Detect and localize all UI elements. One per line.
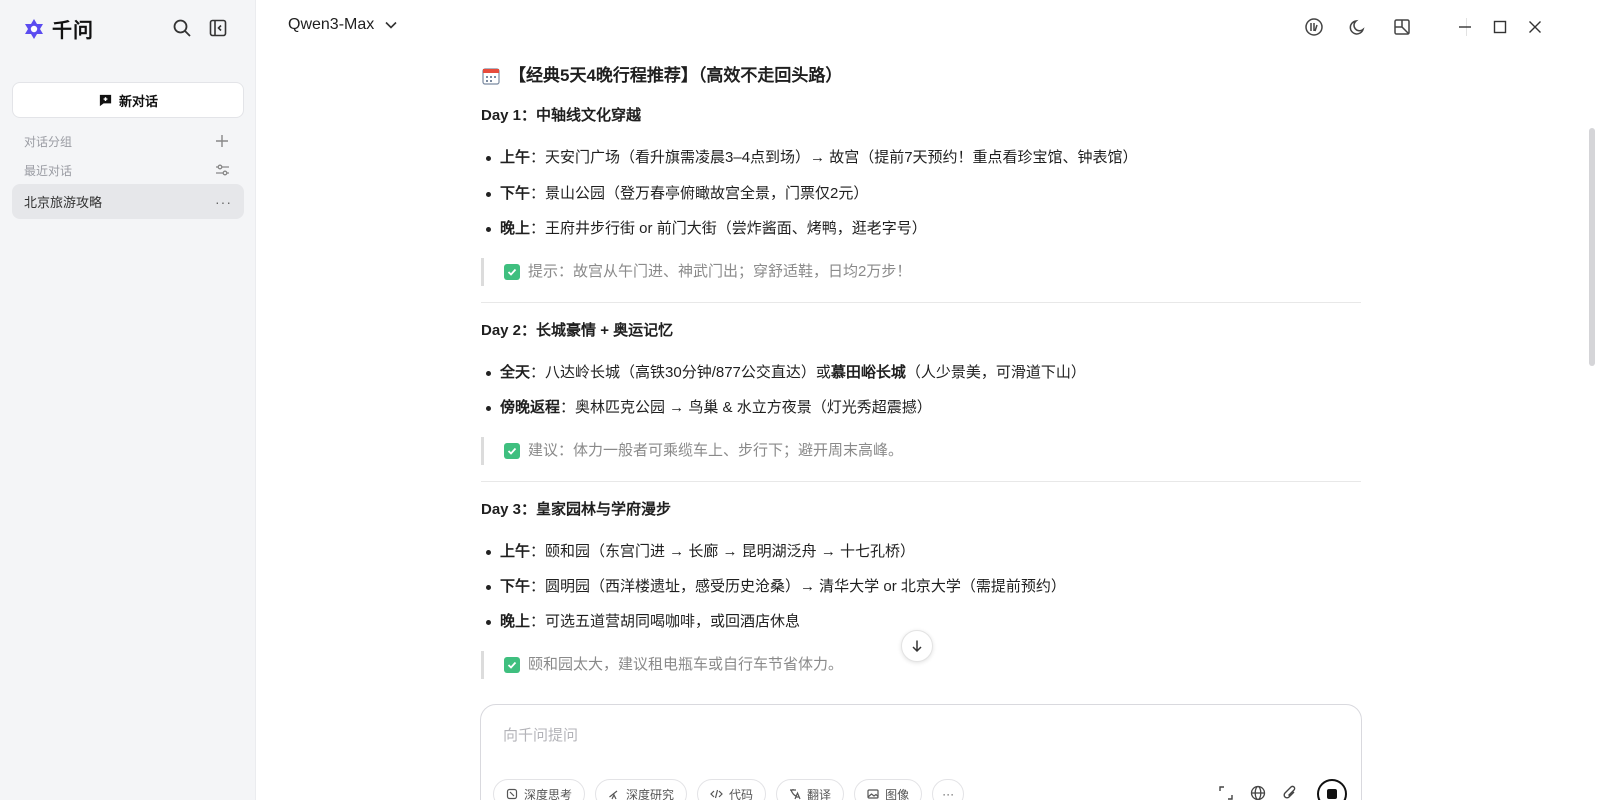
item-key: 上午 <box>500 543 531 560</box>
main-area: Qwen3-Max 【经典5天4晚行程推荐】（高效不走回头路） Day 1：中轴… <box>256 0 1599 800</box>
close-icon[interactable] <box>1524 16 1546 38</box>
item-key: 全天 <box>500 364 531 381</box>
day1-heading: Day 1：中轴线文化穿越 <box>481 107 642 124</box>
scroll-to-bottom-button[interactable] <box>901 630 933 662</box>
sidebar-collapse-icon[interactable] <box>207 17 229 39</box>
item-text: ：八达岭长城（高铁30分钟/877公交直达）或 <box>530 364 831 381</box>
image-button[interactable]: 图像 <box>854 779 923 800</box>
calendar-icon <box>482 68 500 85</box>
chat-groups-section: 对话分组 <box>24 131 232 151</box>
item-key: 晚上 <box>500 220 531 237</box>
tip-text: 颐和园太大，建议租电瓶车或自行车节省体力。 <box>528 656 844 673</box>
divider <box>481 302 1361 303</box>
day3-heading: Day 3：皇家园林与学府漫步 <box>481 501 672 518</box>
globe-icon[interactable] <box>1248 783 1268 800</box>
prompt-input[interactable] <box>503 723 1323 747</box>
stop-icon <box>1327 789 1337 799</box>
item-key: 晚上 <box>500 613 531 630</box>
new-chat-button[interactable]: 新对话 <box>12 82 244 118</box>
model-selector[interactable]: Qwen3-Max <box>288 16 398 34</box>
chip-label: 翻译 <box>807 787 832 800</box>
add-group-icon[interactable] <box>212 131 232 151</box>
composer-tools: 深度思考 深度研究 代码 翻译 图像 ··· <box>493 779 965 800</box>
tip-quote: 建议：体力一般者可乘缆车上、步行下；避开周末高峰。 <box>481 437 1361 465</box>
deep-think-button[interactable]: 深度思考 <box>493 779 586 800</box>
item-text: ：天安门广场（看升旗需凌晨3–4点到场）→ 故宫（提前7天预约！重点看珍宝馆、钟… <box>530 149 1138 166</box>
tip-quote: 提示：故宫从午门进、神武门出；穿舒适鞋，日均2万步！ <box>481 258 1361 286</box>
search-icon[interactable] <box>171 17 193 39</box>
check-box-icon <box>504 657 520 673</box>
list-item: 傍晚返程 ：奥林匹克公园 → 鸟巢 & 水立方夜景（灯光秀超震撼） <box>481 398 932 418</box>
brain-icon <box>506 788 518 800</box>
item-text: ：可选五道营胡同喝咖啡，或回酒店休息 <box>530 613 801 630</box>
arrow-down-icon <box>912 640 922 653</box>
telescope-icon <box>609 790 618 800</box>
code-button[interactable]: 代码 <box>697 779 767 800</box>
deep-research-button[interactable]: 深度研究 <box>595 779 688 800</box>
qwen-logo-icon <box>25 18 43 39</box>
item-key: 傍晚返程 <box>500 399 561 416</box>
filter-icon[interactable] <box>212 160 232 180</box>
recent-chats-label: 最近对话 <box>24 163 73 178</box>
code-icon <box>710 789 723 799</box>
title-text: 【经典5天4晚行程推荐】（高效不走回头路） <box>509 66 843 85</box>
model-name: Qwen3-Max <box>288 16 375 33</box>
chip-label: 图像 <box>885 787 910 800</box>
item-text: ：颐和园（东宫门进 → 长廊 → 昆明湖泛舟 → 十七孔桥） <box>530 543 916 560</box>
list-item: 晚上 ：可选五道营胡同喝咖啡，或回酒店休息 <box>481 612 800 632</box>
tip-text: 建议：体力一般者可乘缆车上、步行下；避开周末高峰。 <box>528 442 904 459</box>
day2-heading: Day 2：长城豪情 + 奥运记忆 <box>481 322 674 339</box>
chip-label: 代码 <box>729 787 754 800</box>
chip-label: 深度研究 <box>626 787 675 800</box>
list-item: 下午 ：景山公园（登万春亭俯瞰故宫全景，门票仅2元） <box>481 184 868 204</box>
translate-icon <box>790 789 801 800</box>
sidebar: 千问 新对话 对话分组 最近对话 北京旅游攻略 ··· <box>0 0 256 800</box>
maximize-icon[interactable] <box>1489 16 1511 38</box>
itinerary-title: 【经典5天4晚行程推荐】（高效不走回头路） <box>481 66 842 86</box>
item-text: ：景山公园（登万春亭俯瞰故宫全景，门票仅2元） <box>530 185 869 202</box>
sidebar-item-beijing-travel[interactable]: 北京旅游攻略 ··· <box>12 184 244 219</box>
screenshot-icon[interactable] <box>1391 16 1413 38</box>
more-tools-button[interactable]: ··· <box>932 779 965 800</box>
chevron-down-icon <box>385 21 397 29</box>
item-text: ：奥林匹克公园 → 鸟巢 & 水立方夜景（灯光秀超震撼） <box>560 399 932 416</box>
item-key: 下午 <box>500 578 531 595</box>
chat-groups-label: 对话分组 <box>24 134 73 149</box>
attachment-icon[interactable] <box>1280 783 1300 800</box>
list-item: 下午 ：圆明园（西洋楼遗址，感受历史沧桑）→ 清华大学 or 北京大学（需提前预约… <box>481 577 1066 597</box>
stop-generation-button[interactable] <box>1317 779 1347 800</box>
image-icon <box>867 789 879 799</box>
list-item: 全天 ：八达岭长城（高铁30分钟/877公交直达）或 慕田峪长城 （人少景美，可滑道… <box>481 363 1086 383</box>
assistant-message: 【经典5天4晚行程推荐】（高效不走回头路） Day 1：中轴线文化穿越 上午 ：天… <box>481 60 1361 700</box>
new-chat-icon <box>99 94 112 106</box>
list-item: 上午 ：颐和园（东宫门进 → 长廊 → 昆明湖泛舟 → 十七孔桥） <box>481 542 915 562</box>
item-text: （人少景美，可滑道下山） <box>905 364 1086 381</box>
brand-name: 千问 <box>52 20 94 42</box>
chat-composer: 深度思考 深度研究 代码 翻译 图像 ··· <box>480 704 1362 800</box>
check-box-icon <box>504 443 520 459</box>
translate-button[interactable]: 翻译 <box>776 779 845 800</box>
item-key: 下午 <box>500 185 531 202</box>
check-box-icon <box>504 264 520 280</box>
new-chat-label: 新对话 <box>118 93 158 109</box>
item-key: 上午 <box>500 149 531 166</box>
recent-chats-section: 最近对话 <box>24 160 232 180</box>
more-options-icon[interactable]: ··· <box>215 194 232 210</box>
dark-mode-icon[interactable] <box>1347 16 1369 38</box>
speed-icon[interactable] <box>1303 16 1325 38</box>
item-bold: 慕田峪长城 <box>830 364 906 381</box>
item-text: ：圆明园（西洋楼遗址，感受历史沧桑）→ 清华大学 or 北京大学（需提前预约） <box>530 578 1066 595</box>
divider <box>481 481 1361 482</box>
minimize-icon[interactable] <box>1454 16 1476 38</box>
item-text: ：王府井步行街 or 前门大街（尝炸酱面、烤鸭，逛老字号） <box>530 220 927 237</box>
scrollbar-thumb[interactable] <box>1589 128 1595 366</box>
expand-icon[interactable] <box>1216 783 1236 800</box>
tip-text: 提示：故宫从午门进、神武门出；穿舒适鞋，日均2万步！ <box>528 263 912 280</box>
brand[interactable]: 千问 <box>22 14 94 43</box>
list-item: 上午 ：天安门广场（看升旗需凌晨3–4点到场）→ 故宫（提前7天预约！重点看珍宝馆… <box>481 148 1138 168</box>
chip-label: 深度思考 <box>524 787 573 800</box>
list-item: 晚上 ：王府井步行街 or 前门大街（尝炸酱面、烤鸭，逛老字号） <box>481 219 927 239</box>
chat-item-label: 北京旅游攻略 <box>24 195 103 210</box>
